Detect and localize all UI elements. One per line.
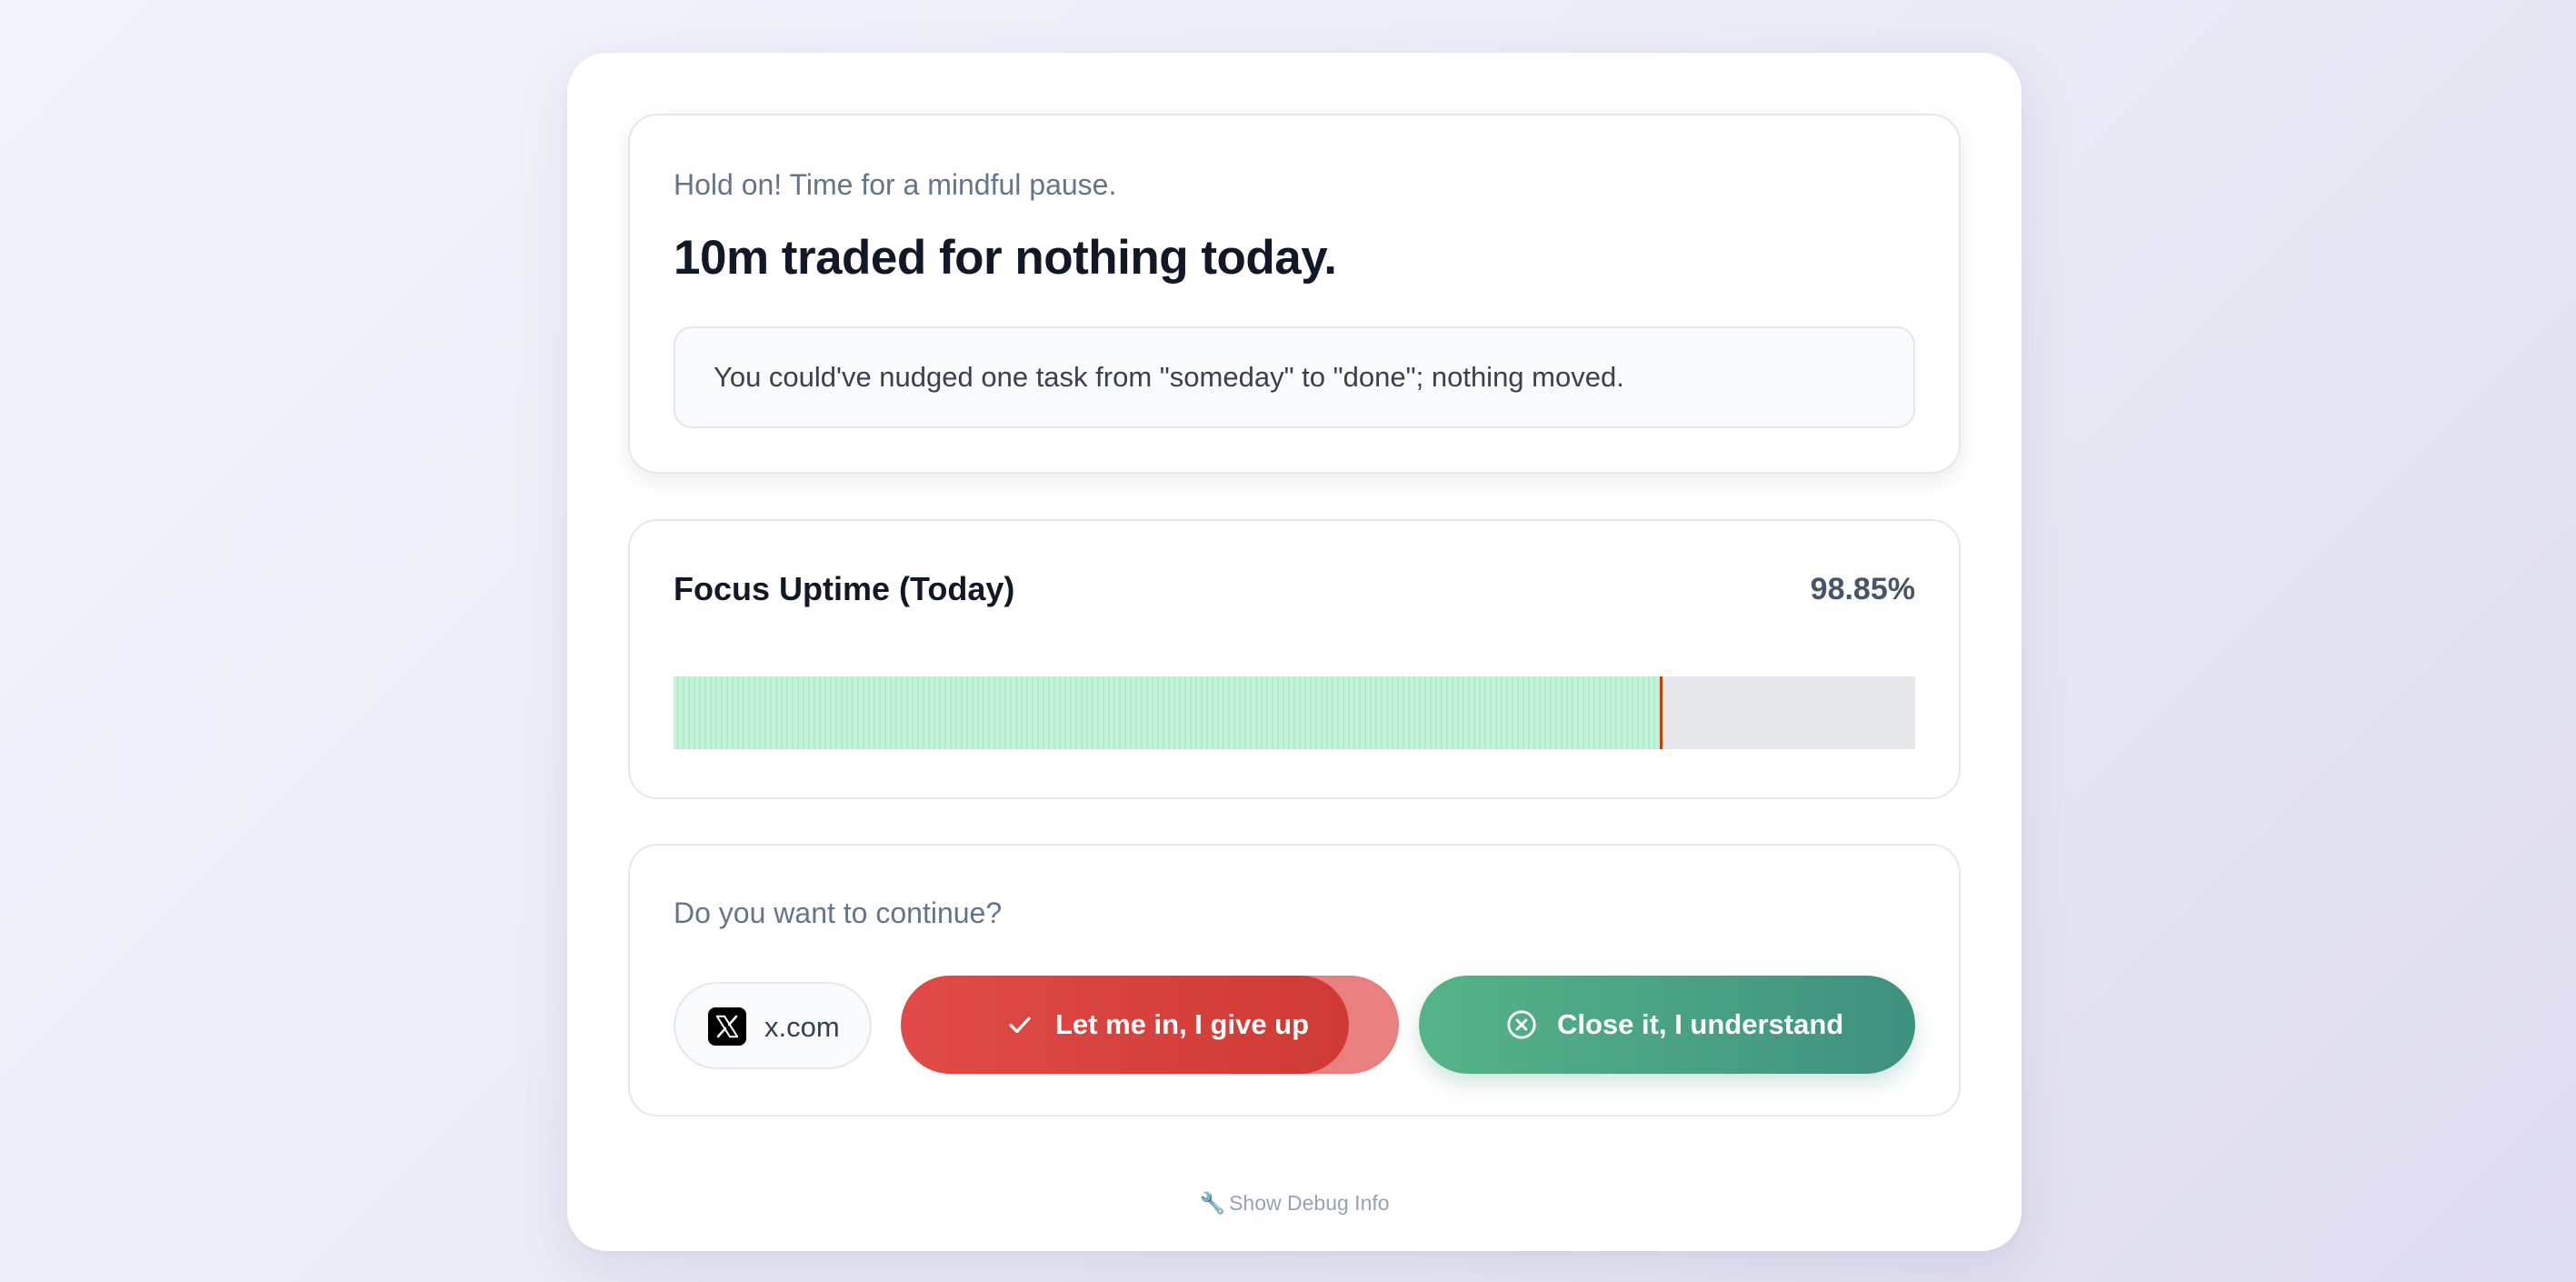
focus-timeline-fill — [674, 676, 1660, 749]
distraction-marker — [1659, 676, 1662, 749]
nudge-message-box: You could've nudged one task from "somed… — [674, 326, 1915, 428]
close-tab-button[interactable]: Close it, I understand — [1419, 976, 1915, 1074]
continue-prompt-card: Do you want to continue? x.com Let me in… — [628, 844, 1961, 1117]
x-logo-icon — [708, 1007, 746, 1046]
pause-headline: 10m traded for nothing today. — [674, 231, 1337, 285]
show-debug-info-link[interactable]: 🔧 Show Debug Info — [567, 1191, 2022, 1216]
continue-question: Do you want to continue? — [674, 896, 1003, 929]
x-circle-icon — [1507, 1010, 1536, 1039]
give-up-button-label: Let me in, I give up — [1055, 1008, 1310, 1040]
pause-message-card: Hold on! Time for a mindful pause. 10m t… — [628, 114, 1961, 474]
nudge-message: You could've nudged one task from "somed… — [714, 361, 1624, 393]
give-up-button[interactable]: Let me in, I give up — [901, 976, 1399, 1074]
focus-uptime-label: Focus Uptime (Today) — [674, 570, 1015, 607]
intervention-panel: Hold on! Time for a mindful pause. 10m t… — [567, 53, 2022, 1251]
focus-timeline-bar — [674, 676, 1915, 749]
check-icon — [1009, 1017, 1031, 1034]
show-debug-info-label: Show Debug Info — [1229, 1191, 1390, 1215]
focus-uptime-card: Focus Uptime (Today) 98.85% — [628, 519, 1961, 799]
pause-subtitle: Hold on! Time for a mindful pause. — [674, 168, 1117, 201]
wrench-icon: 🔧 — [1199, 1191, 1226, 1215]
site-badge: x.com — [674, 982, 872, 1069]
focus-uptime-percentage: 98.85% — [1810, 572, 1915, 606]
close-tab-button-label: Close it, I understand — [1557, 1008, 1844, 1040]
site-name: x.com — [764, 1011, 840, 1043]
